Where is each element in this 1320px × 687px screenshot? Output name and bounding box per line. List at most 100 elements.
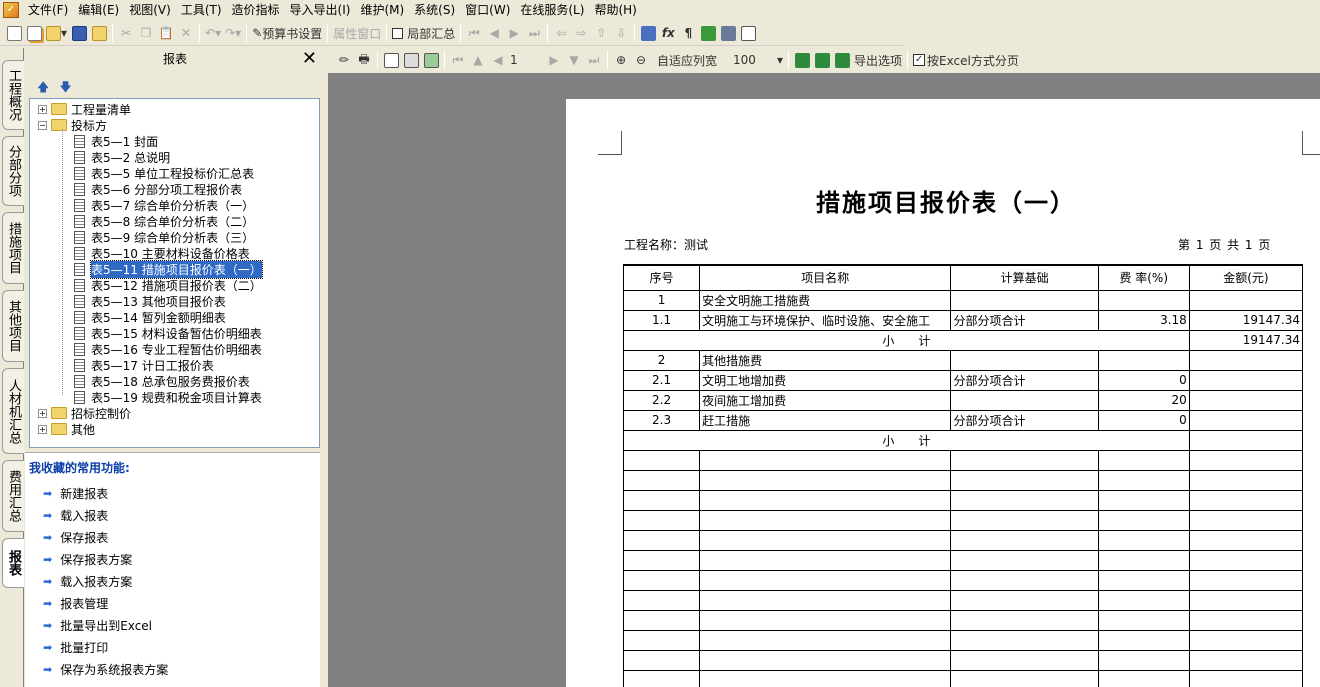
last-page-icon[interactable]: ⏭ [584, 49, 604, 71]
arrow-down-icon[interactable]: ⇩ [611, 22, 631, 44]
two-page-icon[interactable] [401, 49, 421, 71]
tree-item-report[interactable]: 表5—7 综合单价分析表（一） [74, 197, 254, 213]
next-icon[interactable]: ▶ [504, 22, 524, 44]
folder-icon[interactable] [89, 22, 109, 44]
paragraph-icon[interactable]: ¶ [678, 22, 698, 44]
favorite-item[interactable]: ➡ 载入报表 [43, 507, 108, 524]
tree-item-report[interactable]: 表5—5 单位工程投标价汇总表 [74, 165, 254, 181]
favorite-item[interactable]: ➡ 保存报表方案 [43, 551, 132, 568]
tree-item-report[interactable]: 表5—14 暂列金额明细表 [74, 309, 226, 325]
property-window-button[interactable]: 属性窗口 [331, 22, 383, 44]
prev-icon[interactable]: ◀ [484, 22, 504, 44]
tree-item-report[interactable]: 表5—1 封面 [74, 133, 158, 149]
tab-sub-items[interactable]: 分部分项 [2, 136, 24, 206]
favorite-item[interactable]: ➡ 批量打印 [43, 639, 108, 656]
list-icon[interactable] [738, 22, 758, 44]
page-number-input[interactable]: 1 [508, 49, 544, 71]
next-page-icon[interactable]: ▶ [544, 49, 564, 71]
move-down-icon[interactable]: 🡇 [59, 78, 71, 99]
tree-item-bidder[interactable]: − 投标方 [38, 117, 107, 133]
tab-reports[interactable]: 报表 [2, 538, 24, 588]
favorite-item[interactable]: ➡ 保存报表 [43, 529, 108, 546]
tab-other-items[interactable]: 其他项目 [2, 290, 24, 362]
undo-icon[interactable]: ↶▾ [203, 22, 223, 44]
copy-icon[interactable]: ❐ [136, 22, 156, 44]
favorite-item[interactable]: ➡ 载入报表方案 [43, 573, 132, 590]
multi-page-icon[interactable] [421, 49, 441, 71]
tree-item-report[interactable]: 表5—16 专业工程暂估价明细表 [74, 341, 262, 357]
export-excel-batch-icon[interactable] [812, 49, 832, 71]
tree-item-report[interactable]: 表5—13 其他项目报价表 [74, 293, 226, 309]
tree-item-report[interactable]: 表5—9 综合单价分析表（三） [74, 229, 254, 245]
export-excel-icon[interactable] [792, 49, 812, 71]
tree-item-report[interactable]: 表5—11 措施项目报价表（一） [74, 259, 263, 279]
first-icon[interactable]: ⏮ [464, 22, 484, 44]
tree-item-bill-of-quantities[interactable]: + 工程量清单 [38, 101, 131, 117]
local-summary-checkbox[interactable]: 局部汇总 [390, 22, 457, 44]
last-icon[interactable]: ⏭ [524, 22, 544, 44]
redo-icon[interactable]: ↷▾ [223, 22, 243, 44]
tree-item-report[interactable]: 表5—18 总承包服务费报价表 [74, 373, 250, 389]
menu-maintain[interactable]: 维护(M) [355, 0, 409, 20]
favorite-item[interactable]: ➡ 新建报表 [43, 485, 108, 502]
new-template-icon[interactable] [24, 22, 44, 44]
next-page-down-icon[interactable]: ▼ [564, 49, 584, 71]
move-up-icon[interactable]: 🡅 [37, 78, 49, 99]
tree-item-report[interactable]: 表5—19 规费和税金项目计算表 [74, 389, 262, 405]
paste-icon[interactable]: 📋 [156, 22, 176, 44]
menu-edit[interactable]: 编辑(E) [73, 0, 124, 20]
menu-tools[interactable]: 工具(T) [176, 0, 227, 20]
fit-width-button[interactable]: 自适应列宽 [655, 49, 719, 71]
calculator-icon[interactable] [638, 22, 658, 44]
zoom-out-icon[interactable]: ⊖ [631, 49, 651, 71]
cut-icon[interactable]: ✂ [116, 22, 136, 44]
edit-report-icon[interactable]: ✏ [334, 49, 354, 71]
close-icon[interactable]: ✕ [302, 49, 317, 69]
favorite-item[interactable]: ➡ 批量导出到Excel [43, 617, 152, 634]
tab-labor-material[interactable]: 人材机汇总 [2, 368, 24, 454]
export-excel-sheet-icon[interactable] [832, 49, 852, 71]
tree-item-report[interactable]: 表5—15 材料设备暂估价明细表 [74, 325, 262, 341]
tree-item-report[interactable]: 表5—8 综合单价分析表（二） [74, 213, 254, 229]
budget-setting-button[interactable]: ✎ 预算书设置 [250, 22, 324, 44]
arrow-up-icon[interactable]: ⇧ [591, 22, 611, 44]
tree-item-report[interactable]: 表5—6 分部分项工程报价表 [74, 181, 242, 197]
tree-item-other[interactable]: + 其他 [38, 421, 95, 437]
tab-project-overview[interactable]: 工程概况 [2, 60, 24, 130]
favorite-item[interactable]: ➡ 报表管理 [43, 595, 108, 612]
expand-icon[interactable]: + [38, 408, 47, 418]
collapse-icon[interactable]: − [38, 120, 47, 130]
menu-help[interactable]: 帮助(H) [589, 0, 641, 20]
new-file-icon[interactable] [4, 22, 24, 44]
tree-item-report[interactable]: 表5—10 主要材料设备价格表 [74, 245, 250, 261]
expand-icon[interactable]: + [38, 424, 47, 434]
open-folder-icon[interactable]: ▾ [44, 22, 69, 44]
tab-cost-summary[interactable]: 费用汇总 [2, 460, 24, 532]
prev-page-icon[interactable]: ◀ [488, 49, 508, 71]
menu-window[interactable]: 窗口(W) [460, 0, 515, 20]
first-page-icon[interactable]: ⏮ [448, 49, 468, 71]
menu-view[interactable]: 视图(V) [124, 0, 176, 20]
tree-item-report[interactable]: 表5—12 措施项目报价表（二） [74, 277, 262, 293]
zoom-in-icon[interactable]: ⊕ [611, 49, 631, 71]
function-icon[interactable]: fx [658, 22, 678, 44]
prev-page-up-icon[interactable]: ▲ [468, 49, 488, 71]
menu-import-export[interactable]: 导入导出(I) [285, 0, 356, 20]
menu-file[interactable]: 文件(F) [23, 0, 73, 20]
print-icon[interactable]: 🖶 [354, 49, 374, 71]
arrow-right-icon[interactable]: ⇨ [571, 22, 591, 44]
export-options-button[interactable]: 导出选项 [852, 49, 904, 71]
expand-icon[interactable]: + [38, 104, 47, 114]
favorite-item[interactable]: ➡ 保存为系统报表方案 [43, 661, 168, 678]
tree-item-report[interactable]: 表5—17 计日工报价表 [74, 357, 214, 373]
tab-measures[interactable]: 措施项目 [2, 212, 24, 284]
monitor-icon[interactable] [718, 22, 738, 44]
excel-paging-checkbox[interactable]: ✓ 按Excel方式分页 [911, 49, 1021, 71]
tree-item-control-price[interactable]: + 招标控制价 [38, 405, 131, 421]
menu-system[interactable]: 系统(S) [409, 0, 460, 20]
single-page-icon[interactable] [381, 49, 401, 71]
save-icon[interactable] [69, 22, 89, 44]
tree-item-report[interactable]: 表5—2 总说明 [74, 149, 170, 165]
delete-icon[interactable]: ✕ [176, 22, 196, 44]
book-icon[interactable] [698, 22, 718, 44]
